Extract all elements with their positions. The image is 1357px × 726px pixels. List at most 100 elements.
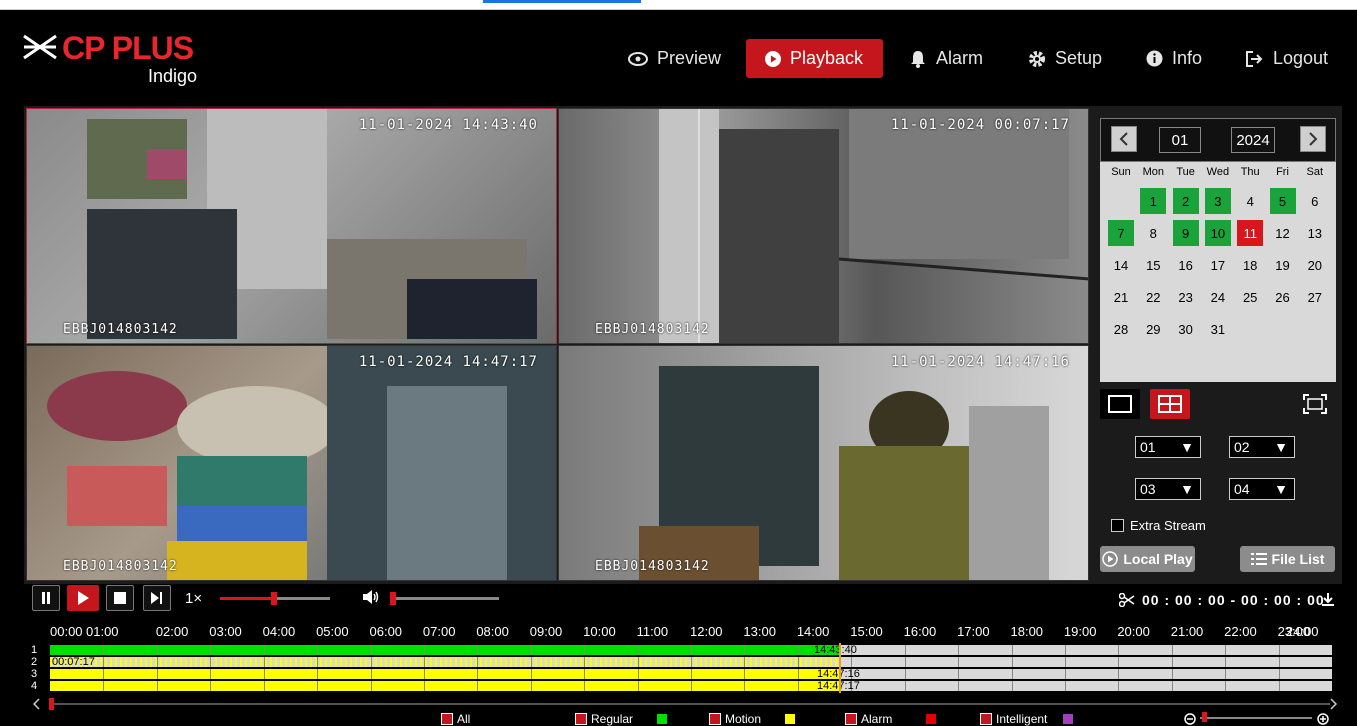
calendar-day[interactable]: 7 [1108,220,1134,246]
timeline-row[interactable] [50,681,1332,691]
pause-button[interactable] [32,585,60,611]
calendar-day[interactable]: 11 [1237,220,1264,246]
calendar-day[interactable]: 4 [1237,188,1263,214]
calendar-day[interactable]: 14 [1108,252,1134,278]
play-button[interactable] [67,585,99,611]
calendar-day[interactable]: 22 [1140,284,1166,310]
legend-regular-checkbox[interactable] [575,713,587,725]
calendar-day[interactable]: 8 [1140,220,1166,246]
file-list-button[interactable]: File List [1240,546,1335,572]
calendar-day[interactable]: 16 [1173,252,1199,278]
calendar-day[interactable]: 6 [1302,188,1328,214]
timeline-gridline [263,657,265,667]
speed-label[interactable]: 1× [185,590,202,607]
calendar-day[interactable]: 1 [1140,188,1167,214]
calendar-day[interactable]: 28 [1108,316,1134,342]
timeline-scroll-handle[interactable] [49,698,54,710]
calendar-day[interactable]: 21 [1108,284,1134,310]
camera-tile-3[interactable]: 11-01-2024 14:47:17 EBBJ014803142 [26,345,557,581]
volume-slider[interactable] [390,592,499,605]
camera-tile-4[interactable]: 11-01-2024 14:47:16 EBBJ014803142 [558,345,1089,581]
legend-regular[interactable]: Regular [575,712,668,726]
camera-1-scene [87,109,537,339]
nav-logout[interactable]: Logout [1246,39,1328,78]
eye-icon [628,51,648,66]
calendar-day[interactable]: 18 [1237,252,1263,278]
calendar-day[interactable]: 29 [1140,316,1166,342]
extra-stream-option[interactable]: Extra Stream [1111,518,1206,533]
timeline-gridline [263,669,265,679]
prev-month-button[interactable] [1111,126,1137,152]
timeline-scrollbar[interactable] [50,703,1330,705]
channel-select-3-value: 03 [1140,481,1156,497]
chevron-left-icon[interactable] [33,698,41,710]
camera-tile-2[interactable]: 11-01-2024 00:07:17 EBBJ014803142 [558,108,1089,344]
layout-1-button[interactable] [1100,389,1140,419]
timeline-row[interactable] [50,645,1332,655]
stop-button[interactable] [106,585,134,611]
calendar-day[interactable]: 24 [1205,284,1231,310]
legend-motion-checkbox[interactable] [709,713,721,725]
timeline-row[interactable] [50,657,1332,667]
speed-slider[interactable] [220,592,330,605]
fullscreen-button[interactable] [1295,389,1335,419]
nav-playback[interactable]: Playback [746,39,883,78]
zoom-slider[interactable] [1200,717,1312,719]
calendar-day[interactable]: 25 [1237,284,1263,310]
layout-4-button[interactable] [1150,389,1190,419]
timeline-cursor[interactable] [838,643,841,693]
calendar-day[interactable]: 20 [1302,252,1328,278]
calendar-day[interactable]: 13 [1302,220,1328,246]
next-month-button[interactable] [1300,126,1326,152]
legend-alarm[interactable]: Alarm [845,712,937,726]
zoom-out-icon[interactable] [1184,713,1196,725]
calendar-day[interactable]: 19 [1270,252,1296,278]
zoom-slider-handle[interactable] [1202,712,1207,722]
calendar-day[interactable]: 23 [1173,284,1199,310]
month-field[interactable]: 01 [1159,127,1201,153]
next-frame-button[interactable] [143,585,171,611]
nav-info[interactable]: Info [1146,39,1202,78]
camera-tile-1[interactable]: 11-01-2024 14:43:40 EBBJ014803142 [26,108,557,344]
channel-select-2[interactable]: 02 ▼ [1229,436,1295,458]
nav-preview[interactable]: Preview [628,39,721,78]
chevron-right-icon[interactable] [1329,698,1337,710]
nav-setup[interactable]: Setup [1028,39,1102,78]
calendar-day[interactable]: 10 [1204,220,1231,246]
legend-intelligent[interactable]: Intelligent [980,712,1074,726]
nav-alarm[interactable]: Alarm [909,39,983,78]
volume-icon[interactable] [362,589,380,605]
legend-intelligent-checkbox[interactable] [980,713,992,725]
speed-slider-handle[interactable] [271,592,277,605]
calendar-day[interactable]: 17 [1205,252,1231,278]
legend-all[interactable]: All [441,712,470,726]
extra-stream-checkbox[interactable] [1111,519,1124,532]
channel-select-4[interactable]: 04 ▼ [1229,478,1295,500]
scissors-icon[interactable] [1119,593,1135,607]
calendar-day[interactable]: 15 [1140,252,1166,278]
download-icon[interactable] [1322,593,1334,607]
calendar-day[interactable]: 5 [1269,188,1296,214]
legend-motion[interactable]: Motion [709,712,796,726]
legend-all-checkbox[interactable] [441,713,453,725]
legend-alarm-checkbox[interactable] [845,713,857,725]
timeline-row[interactable] [50,669,1332,679]
timeline-gridline [370,657,372,667]
timeline-gridline [370,645,372,655]
local-play-button[interactable]: Local Play [1100,546,1195,572]
zoom-in-icon[interactable] [1317,713,1329,725]
calendar-day[interactable]: 31 [1205,316,1231,342]
year-field[interactable]: 2024 [1231,127,1275,153]
calendar-day[interactable]: 26 [1270,284,1296,310]
channel-select-1[interactable]: 01 ▼ [1135,436,1201,458]
channel-select-3[interactable]: 03 ▼ [1135,478,1201,500]
timeline-gridline [370,669,372,679]
calendar-day[interactable]: 12 [1270,220,1296,246]
calendar-day[interactable]: 27 [1302,284,1328,310]
calendar-day[interactable]: 3 [1204,188,1231,214]
camera-3-timestamp: 11-01-2024 14:47:17 [358,354,538,370]
calendar-day[interactable]: 2 [1172,188,1199,214]
volume-slider-handle[interactable] [390,592,396,605]
calendar-day[interactable]: 30 [1173,316,1199,342]
calendar-day[interactable]: 9 [1172,220,1199,246]
